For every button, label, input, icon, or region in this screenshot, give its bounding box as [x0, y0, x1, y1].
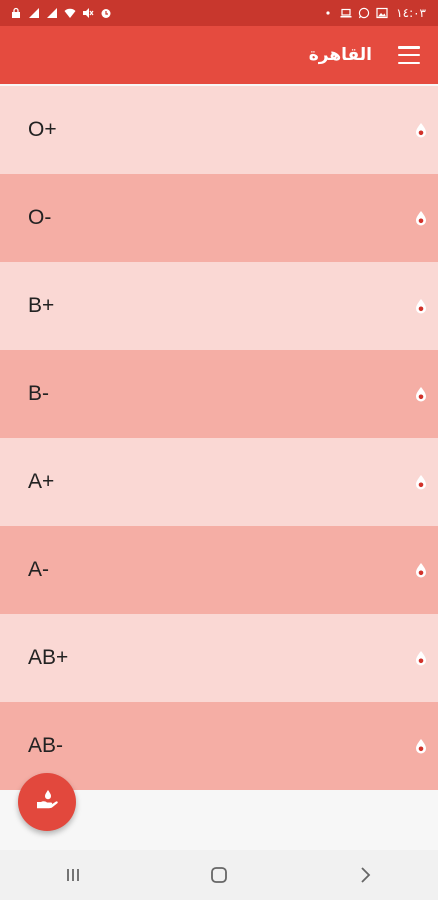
blood-drop-icon	[414, 298, 428, 314]
blood-type-label: B-	[28, 382, 49, 405]
status-left-icons	[10, 7, 112, 19]
back-button[interactable]	[335, 855, 395, 895]
system-nav-bar	[0, 850, 438, 900]
blood-drop-icon	[414, 210, 428, 226]
signal-icon	[28, 7, 40, 19]
blood-type-list: O+ O- B+ B- A+ A- AB+ AB-	[0, 86, 438, 790]
laptop-icon	[340, 7, 352, 19]
list-item[interactable]: B-	[0, 350, 438, 438]
blood-drop-icon	[414, 562, 428, 578]
image-icon	[376, 7, 388, 19]
home-icon	[211, 867, 227, 883]
page-title: القاهرة	[308, 45, 372, 65]
blood-type-label: B+	[28, 294, 55, 317]
lock-icon	[10, 7, 22, 19]
app-bar: القاهرة	[0, 26, 438, 84]
recents-icon	[67, 869, 79, 881]
blood-type-label: O-	[28, 206, 52, 229]
blood-drop-icon	[414, 738, 428, 754]
status-bar: ١٤:٠٣	[0, 0, 438, 26]
blood-drop-icon	[414, 474, 428, 490]
blood-drop-icon	[414, 122, 428, 138]
blood-type-label: O+	[28, 118, 57, 141]
signal-icon	[46, 7, 58, 19]
donate-hand-icon	[34, 787, 60, 817]
home-button[interactable]	[189, 855, 249, 895]
blood-type-label: A-	[28, 558, 49, 581]
list-item[interactable]: O-	[0, 174, 438, 262]
list-item[interactable]: AB+	[0, 614, 438, 702]
hamburger-menu-icon[interactable]	[398, 46, 420, 64]
back-icon	[361, 867, 371, 883]
wifi-icon	[64, 7, 76, 19]
alarm-icon	[100, 7, 112, 19]
dot-icon	[322, 7, 334, 19]
whatsapp-icon	[358, 7, 370, 19]
list-item[interactable]: A-	[0, 526, 438, 614]
status-time: ١٤:٠٣	[396, 6, 426, 20]
blood-type-label: A+	[28, 470, 55, 493]
blood-drop-icon	[414, 650, 428, 666]
mute-icon	[82, 7, 94, 19]
list-item[interactable]: O+	[0, 86, 438, 174]
blood-type-label: AB-	[28, 734, 64, 757]
status-right-icons: ١٤:٠٣	[322, 6, 426, 20]
list-item[interactable]: AB-	[0, 702, 438, 790]
blood-type-label: AB+	[28, 646, 69, 669]
blood-drop-icon	[414, 386, 428, 402]
list-item[interactable]: B+	[0, 262, 438, 350]
recents-button[interactable]	[43, 855, 103, 895]
donate-fab-button[interactable]	[18, 773, 76, 831]
list-item[interactable]: A+	[0, 438, 438, 526]
